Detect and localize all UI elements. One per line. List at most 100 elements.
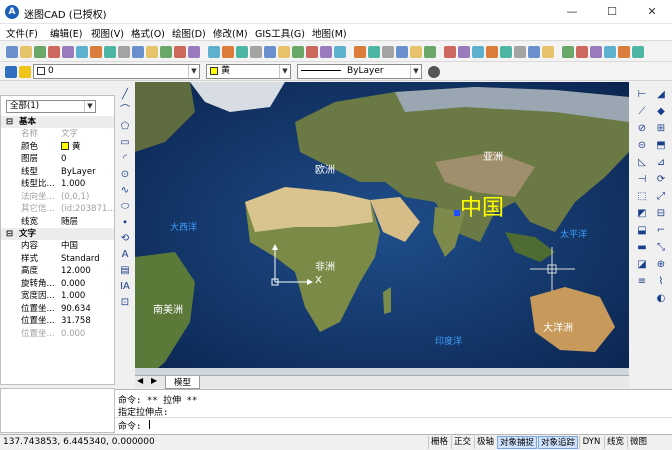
layer-select[interactable]: 0 ▼ bbox=[33, 64, 200, 79]
open-icon[interactable] bbox=[278, 46, 290, 58]
copy-icon[interactable] bbox=[472, 46, 484, 58]
property-row[interactable]: 位置坐... 90.634 bbox=[1, 303, 114, 315]
redo-icon[interactable] bbox=[118, 46, 130, 58]
print-icon[interactable] bbox=[48, 46, 60, 58]
copy-icon[interactable]: ⊘ bbox=[636, 123, 648, 135]
wave-icon[interactable]: ⌇ bbox=[655, 276, 667, 288]
property-row[interactable]: 其它信... (id:203871... bbox=[1, 203, 116, 215]
status-toggle-1[interactable]: 正交 bbox=[451, 436, 473, 449]
property-row[interactable]: 高度 12.000 bbox=[1, 265, 114, 277]
paste-icon[interactable] bbox=[354, 46, 366, 58]
property-row[interactable]: 名称 文字 bbox=[1, 128, 114, 140]
tab-model[interactable]: 模型 bbox=[165, 376, 201, 389]
layer-icon[interactable]: ⊟ bbox=[655, 208, 667, 220]
undo-icon[interactable] bbox=[500, 46, 512, 58]
maximize-button[interactable]: ☐ bbox=[592, 0, 632, 24]
open-icon[interactable] bbox=[410, 46, 422, 58]
mirror-icon[interactable]: ⊝ bbox=[636, 140, 648, 152]
spline-icon[interactable]: ∿ bbox=[119, 185, 131, 197]
property-row[interactable]: 颜色 黄 bbox=[1, 141, 114, 153]
undo-icon[interactable] bbox=[236, 46, 248, 58]
array-icon[interactable]: ⊣ bbox=[636, 174, 648, 186]
erase-icon[interactable]: ⟋ bbox=[636, 106, 648, 118]
property-row[interactable]: 宽度因... 1.000 bbox=[1, 290, 114, 302]
resize-icon[interactable]: ⤡ bbox=[655, 242, 667, 254]
status-toggle-5[interactable]: DYN bbox=[579, 436, 603, 449]
new-icon[interactable] bbox=[132, 46, 144, 58]
drawing-canvas[interactable]: 欧洲 亚洲 非洲 南美洲 大洋洲 大西洋 太平洋 印度洋 中国 X bbox=[135, 82, 629, 375]
menu-draw[interactable]: 绘图(D) bbox=[172, 26, 206, 40]
new-icon[interactable] bbox=[264, 46, 276, 58]
move-icon[interactable]: ⬚ bbox=[636, 191, 648, 203]
save-icon[interactable] bbox=[424, 46, 436, 58]
redo-icon[interactable] bbox=[514, 46, 526, 58]
status-toggle-2[interactable]: 极轴 bbox=[474, 436, 496, 449]
save-icon[interactable] bbox=[160, 46, 172, 58]
new-icon[interactable] bbox=[6, 46, 18, 58]
redo-icon[interactable] bbox=[382, 46, 394, 58]
print-icon[interactable] bbox=[306, 46, 318, 58]
minimize-button[interactable]: — bbox=[552, 0, 592, 24]
property-row[interactable]: 位置坐... 31.758 bbox=[1, 315, 114, 327]
menu-file[interactable]: 文件(F) bbox=[6, 26, 38, 40]
command-input-row[interactable]: 命令: bbox=[115, 417, 672, 432]
break-icon[interactable]: ◢ bbox=[655, 89, 667, 101]
status-toggle-7[interactable]: 微图 bbox=[627, 436, 649, 449]
cut-icon[interactable] bbox=[590, 46, 602, 58]
half-icon[interactable]: ◐ bbox=[655, 293, 667, 305]
print-icon[interactable] bbox=[174, 46, 186, 58]
property-row[interactable]: 位置坐... 0.000 bbox=[1, 328, 114, 340]
status-toggle-0[interactable]: 栅格 bbox=[428, 436, 450, 449]
copy-icon[interactable] bbox=[604, 46, 616, 58]
status-toggle-6[interactable]: 线宽 bbox=[604, 436, 626, 449]
text-icon[interactable]: A bbox=[119, 249, 131, 261]
undo-icon[interactable] bbox=[104, 46, 116, 58]
open-icon[interactable] bbox=[542, 46, 554, 58]
save-icon[interactable] bbox=[292, 46, 304, 58]
paste-icon[interactable] bbox=[486, 46, 498, 58]
label-china[interactable]: 中国 bbox=[460, 190, 504, 222]
layer-manager-icon[interactable] bbox=[5, 66, 17, 78]
offset-icon[interactable]: ◺ bbox=[636, 157, 648, 169]
property-row[interactable]: 图层 0 bbox=[1, 153, 114, 165]
print-icon[interactable] bbox=[444, 46, 456, 58]
property-row[interactable]: 线型 ByLayer bbox=[1, 166, 114, 178]
menu-edit[interactable]: 编辑(E) bbox=[50, 26, 82, 40]
property-row[interactable]: 法向坐... (0,0,1) bbox=[1, 191, 114, 203]
copy-icon[interactable] bbox=[334, 46, 346, 58]
extend-icon[interactable]: ≡ bbox=[636, 276, 648, 288]
property-section-header[interactable]: ⊟ 文字 bbox=[1, 228, 114, 240]
property-row[interactable]: 线宽 随层 bbox=[1, 216, 114, 228]
menu-format[interactable]: 格式(O) bbox=[131, 26, 165, 40]
cut-icon[interactable] bbox=[458, 46, 470, 58]
rectangle-icon[interactable]: ▭ bbox=[119, 137, 131, 149]
menu-map[interactable]: 地图(M) bbox=[312, 26, 347, 40]
hatch-icon[interactable]: ⟲ bbox=[119, 233, 131, 245]
undo-icon[interactable] bbox=[368, 46, 380, 58]
cut-icon[interactable] bbox=[188, 46, 200, 58]
scale-icon[interactable]: ⬓ bbox=[636, 225, 648, 237]
arc-icon[interactable]: ⌒ bbox=[119, 105, 131, 117]
dimension-icon[interactable]: ⊢ bbox=[636, 89, 648, 101]
tab-prev-button[interactable]: ◀ bbox=[137, 376, 143, 385]
menu-modify[interactable]: 修改(M) bbox=[213, 26, 248, 40]
tab-next-button[interactable]: ▶ bbox=[151, 376, 157, 385]
cut-icon[interactable] bbox=[320, 46, 332, 58]
linetype-select[interactable]: ByLayer ▼ bbox=[297, 64, 422, 79]
trim-icon[interactable]: ◪ bbox=[636, 259, 648, 271]
copy-icon[interactable] bbox=[76, 46, 88, 58]
rotate-icon[interactable]: ◩ bbox=[636, 208, 648, 220]
mtext-icon[interactable]: IA bbox=[119, 281, 131, 293]
arc2-icon[interactable]: ◜ bbox=[119, 153, 131, 165]
polygon-icon[interactable]: ⬠ bbox=[119, 121, 131, 133]
save-icon[interactable] bbox=[562, 46, 574, 58]
explode-icon[interactable]: ⬒ bbox=[655, 140, 667, 152]
move-icon[interactable]: ⤢ bbox=[655, 191, 667, 203]
paste-icon[interactable] bbox=[222, 46, 234, 58]
redo-icon[interactable] bbox=[250, 46, 262, 58]
menu-gis-tools[interactable]: GIS工具(G) bbox=[255, 26, 305, 40]
fillet-icon[interactable]: ⊞ bbox=[655, 123, 667, 135]
brush-icon[interactable] bbox=[428, 66, 440, 78]
save-icon[interactable] bbox=[34, 46, 46, 58]
open-icon[interactable] bbox=[146, 46, 158, 58]
